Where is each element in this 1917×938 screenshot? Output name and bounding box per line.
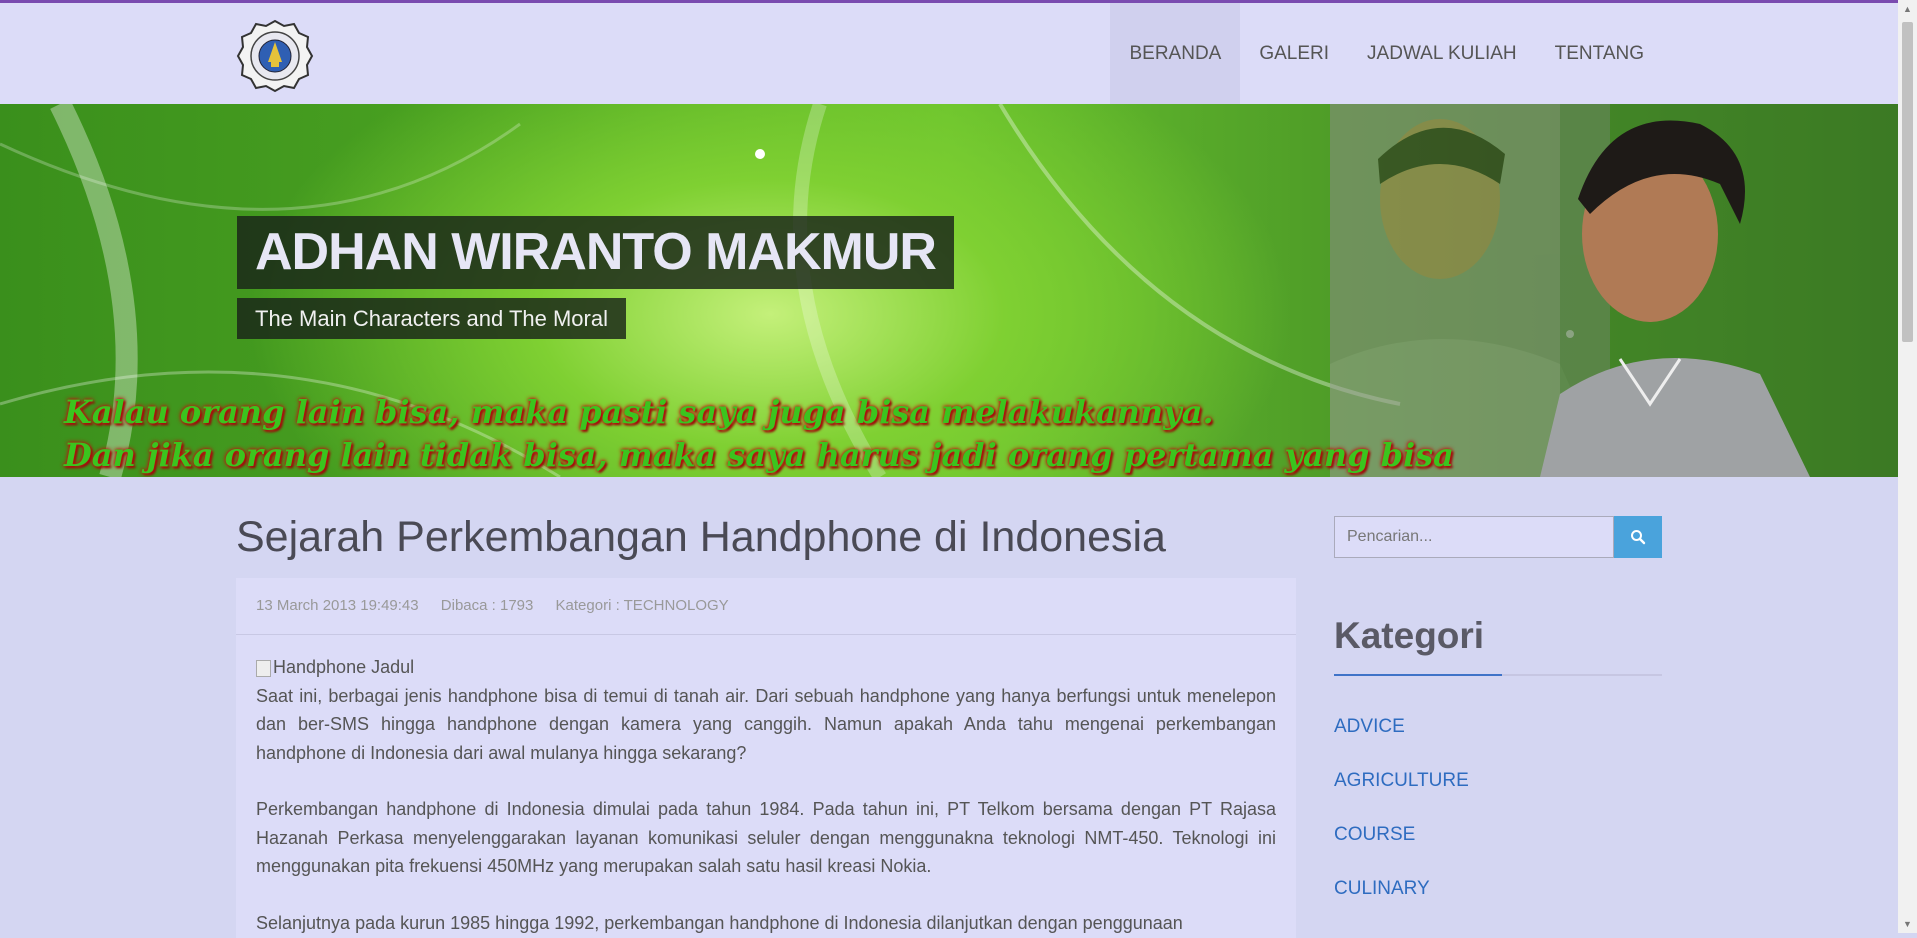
hero-subtitle: The Main Characters and The Moral [237, 298, 626, 339]
hero-quote-line-1: Kalau orang lain bisa, maka pasti saya j… [64, 393, 1214, 431]
broken-image-icon [256, 659, 271, 677]
category-divider-accent [1334, 674, 1502, 676]
search-icon [1631, 530, 1646, 545]
search-form [1334, 516, 1662, 558]
post-title[interactable]: Sejarah Perkembangan Handphone di Indone… [236, 513, 1166, 562]
post-paragraph: Perkembangan handphone di Indonesia dimu… [256, 799, 1276, 876]
category-link-agriculture[interactable]: AGRICULTURE [1334, 770, 1469, 824]
category-heading: Kategori [1334, 615, 1485, 656]
search-button[interactable] [1614, 516, 1662, 558]
nav-item-tentang[interactable]: TENTANG [1536, 3, 1663, 104]
site-logo[interactable] [236, 18, 314, 94]
post-date: 13 March 2013 19:49:43 [256, 597, 419, 614]
post-image-alt: Handphone Jadul [273, 657, 415, 677]
post-meta: 13 March 2013 19:49:43 Dibaca : 1793 Kat… [236, 578, 1296, 635]
hero-title: ADHAN WIRANTO MAKMUR [237, 216, 954, 289]
nav-item-beranda[interactable]: BERANDA [1110, 3, 1241, 104]
scroll-thumb[interactable] [1902, 22, 1913, 342]
post-views: Dibaca : 1793 [440, 597, 534, 614]
portrait-right [1540, 104, 1898, 477]
scroll-up-arrow-icon[interactable]: ▲ [1898, 0, 1917, 18]
search-input[interactable] [1334, 516, 1614, 558]
post-category[interactable]: Kategori : TECHNOLOGY [556, 597, 729, 614]
navbar: BERANDA GALERI JADWAL KULIAH TENTANG [0, 3, 1898, 104]
hero-quote-line-2: Dan jika orang lain tidak bisa, maka say… [64, 436, 1454, 474]
nav-item-jadwal-kuliah[interactable]: JADWAL KULIAH [1348, 3, 1536, 104]
scroll-down-arrow-icon[interactable]: ▼ [1898, 915, 1917, 933]
category-link-course[interactable]: COURSE [1334, 824, 1469, 878]
hero-banner: ADHAN WIRANTO MAKMUR The Main Characters… [0, 104, 1898, 477]
post-body: Handphone Jadul Saat ini, berbagai jenis… [236, 635, 1296, 937]
category-link-advice[interactable]: ADVICE [1334, 716, 1469, 770]
page-scrollbar[interactable]: ▲ ▼ [1898, 0, 1917, 933]
post-image: Handphone Jadul [256, 653, 1276, 682]
post-paragraph: Saat ini, berbagai jenis handphone bisa … [256, 685, 1276, 763]
nav-item-galeri[interactable]: GALERI [1240, 3, 1348, 104]
category-list: ADVICE AGRICULTURE COURSE CULINARY [1334, 716, 1469, 932]
main-nav: BERANDA GALERI JADWAL KULIAH TENTANG [1110, 3, 1663, 104]
post-card: 13 March 2013 19:49:43 Dibaca : 1793 Kat… [236, 578, 1296, 938]
category-link-culinary[interactable]: CULINARY [1334, 878, 1469, 932]
university-seal-icon [236, 19, 314, 93]
